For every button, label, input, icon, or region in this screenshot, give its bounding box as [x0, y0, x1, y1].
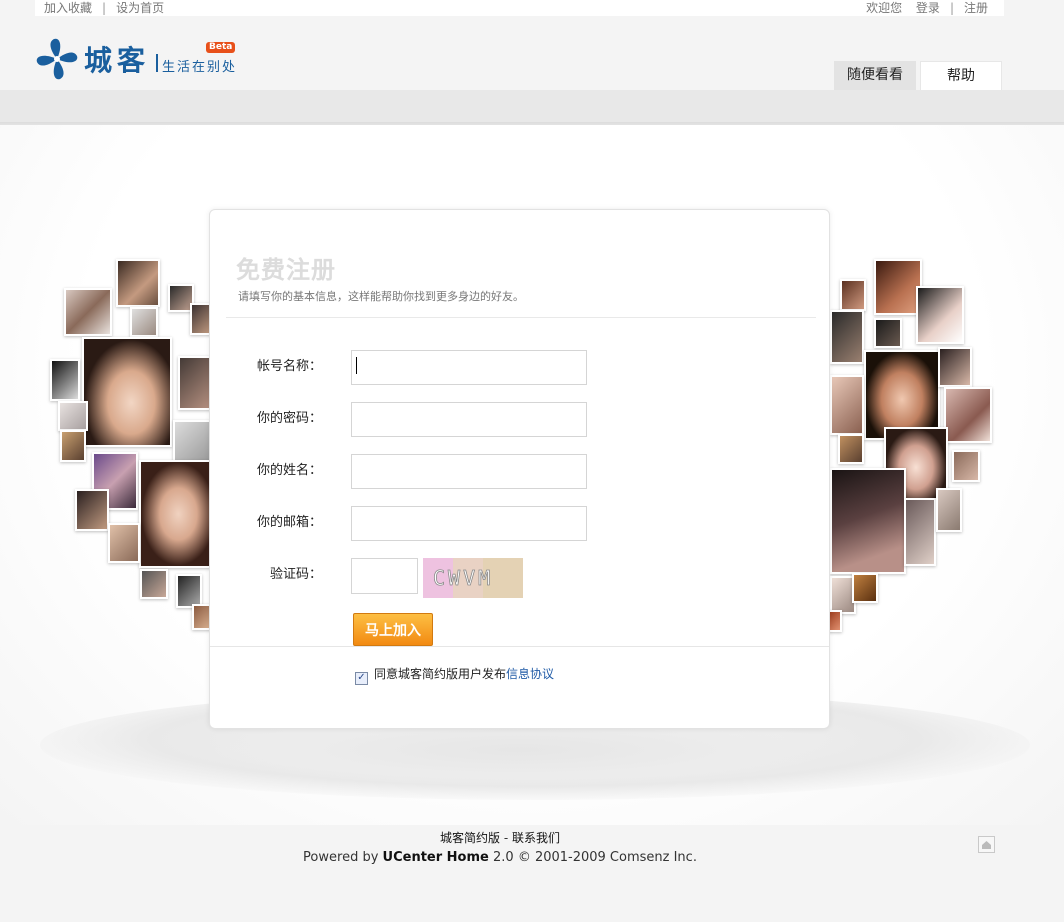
member-photo	[176, 574, 202, 608]
realname-field[interactable]	[351, 454, 587, 489]
agreement-checkbox[interactable]: ✓	[355, 672, 368, 685]
member-photo	[140, 569, 168, 599]
member-photo	[874, 259, 922, 315]
agreement-row: ✓ 同意城客简约版用户发布信息协议	[355, 665, 554, 685]
password-label: 你的密码：	[256, 411, 322, 426]
pinwheel-logo-icon	[36, 38, 78, 80]
contact-link[interactable]: 联系我们	[512, 831, 560, 845]
member-photo	[82, 337, 172, 447]
password-field[interactable]	[351, 402, 587, 437]
member-photo	[838, 434, 864, 464]
member-photo	[852, 573, 878, 603]
home-icon	[982, 841, 991, 849]
member-photo	[828, 610, 842, 632]
set-home-link[interactable]: 设为首页	[116, 1, 164, 15]
captcha-image[interactable]: CWVM	[423, 558, 523, 598]
member-photo	[139, 460, 211, 568]
captcha-label: 验证码：	[269, 567, 322, 582]
agreement-text: 同意城客简约版用户发布	[374, 667, 507, 681]
top-bar-left: 加入收藏 | 设为首页	[44, 0, 164, 16]
footer-links: 城客简约版 - 联系我们	[0, 829, 1000, 846]
text-caret	[356, 357, 357, 374]
page-subtitle: 请填写你的基本信息，这样能帮助你找到更多身边的好友。	[238, 290, 524, 303]
member-photo	[944, 387, 992, 443]
register-link[interactable]: 注册	[964, 1, 988, 15]
email-field[interactable]	[351, 506, 587, 541]
member-photo	[130, 307, 158, 337]
username-field[interactable]	[351, 350, 587, 385]
register-card: 免费注册 请填写你的基本信息，这样能帮助你找到更多身边的好友。 帐号名称： 你的…	[209, 209, 830, 729]
product-name: UCenter Home	[382, 850, 489, 865]
separator: |	[949, 1, 954, 15]
powered-prefix: Powered by	[303, 850, 383, 865]
tab-help[interactable]: 帮助	[920, 61, 1002, 91]
divider	[210, 646, 829, 647]
copyright-text: © 2001-2009 Comsenz Inc.	[517, 850, 697, 865]
footer-site-link[interactable]: 城客简约版	[440, 831, 500, 845]
member-photo	[916, 286, 964, 344]
beta-badge: Beta	[206, 42, 236, 53]
agreement-link[interactable]: 信息协议	[506, 667, 554, 681]
brand-name: 城客	[84, 44, 151, 77]
back-to-top-button[interactable]	[978, 836, 995, 853]
member-photo	[108, 523, 140, 563]
divider	[226, 317, 816, 318]
member-photo	[50, 359, 80, 401]
brand-slogan: 生活在别处	[162, 60, 238, 75]
member-photo	[58, 401, 88, 431]
welcome-text: 欢迎您	[866, 1, 903, 15]
footer-link-separator: -	[500, 831, 512, 845]
login-link[interactable]: 登录	[916, 1, 940, 15]
nav-band	[0, 90, 1064, 122]
member-photo	[830, 375, 864, 435]
footer-powered: Powered by UCenter Home 2.0 © 2001-2009 …	[0, 850, 1000, 865]
realname-label: 你的姓名：	[256, 463, 322, 478]
member-photo	[116, 259, 160, 307]
member-photo	[178, 356, 212, 410]
email-label: 你的邮箱：	[256, 515, 322, 530]
member-photo	[173, 420, 211, 464]
tab-browse[interactable]: 随便看看	[834, 61, 916, 90]
member-photo	[952, 450, 980, 482]
page-title: 免费注册	[236, 255, 336, 284]
member-photo	[830, 468, 906, 574]
join-button[interactable]: 马上加入	[353, 613, 433, 646]
main-nav: 随便看看 帮助	[834, 61, 1002, 91]
member-photo	[840, 279, 866, 311]
member-photo	[64, 288, 112, 336]
member-photo	[904, 498, 936, 566]
member-photo	[75, 489, 109, 531]
member-photo	[936, 488, 962, 532]
top-bar-right: 欢迎您 登录 | 注册	[866, 0, 988, 16]
footer: 城客简约版 - 联系我们 Powered by UCenter Home 2.0…	[0, 829, 1000, 865]
captcha-text: CWVM	[433, 566, 493, 590]
product-version: 2.0	[492, 850, 514, 865]
header: 城客 生活在别处 Beta 随便看看 帮助	[0, 16, 1064, 91]
separator: |	[102, 1, 107, 15]
username-label: 帐号名称：	[256, 359, 322, 374]
member-photo	[830, 310, 864, 364]
bookmark-link[interactable]: 加入收藏	[44, 1, 92, 15]
member-photo	[874, 318, 902, 348]
member-photo	[60, 430, 86, 462]
top-bar: 加入收藏 | 设为首页 欢迎您 登录 | 注册	[35, 0, 1004, 16]
member-photo	[938, 347, 972, 387]
brand-divider	[156, 54, 158, 72]
captcha-field[interactable]	[351, 558, 418, 594]
